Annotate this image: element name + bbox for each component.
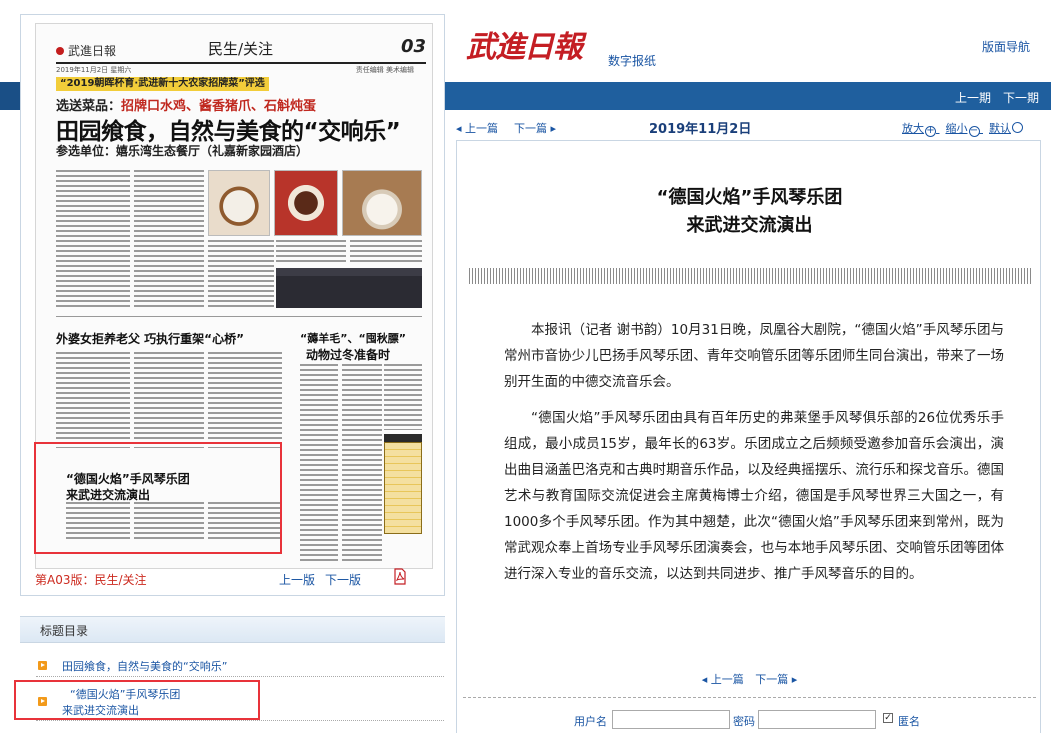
- index-separator: [36, 720, 444, 721]
- article-title-line1: “德国火焰”手风琴乐团: [656, 187, 843, 208]
- zoom-in-link[interactable]: 放大: [902, 122, 924, 135]
- issue-date: 2019年11月2日: [649, 122, 752, 137]
- story-headline-left: 外婆女拒养老父 巧执行重架“心桥”: [56, 332, 244, 346]
- selected-article-highlight[interactable]: [34, 442, 282, 554]
- next-article-link[interactable]: 下一篇 ▸: [514, 120, 556, 136]
- minus-circle-icon[interactable]: −: [968, 126, 980, 137]
- food-photo: [274, 170, 338, 236]
- anonymous-checkbox[interactable]: ✓: [883, 713, 893, 723]
- text-column: [134, 352, 204, 448]
- text-column: [208, 240, 274, 308]
- text-column: [208, 352, 282, 448]
- top-nav-band-accent: [0, 82, 20, 110]
- layout-navigation-link[interactable]: 版面导航: [982, 38, 1030, 55]
- next-issue-link[interactable]: 下一期: [1003, 89, 1039, 106]
- previous-article-link[interactable]: ◂ 上一篇: [456, 120, 498, 136]
- circle-icon[interactable]: [1012, 122, 1023, 133]
- brand-logo[interactable]: 武進日報: [466, 22, 583, 66]
- pdf-icon[interactable]: [393, 568, 407, 585]
- article-paragraph-2: “德国火焰”手风琴乐团由具有百年历史的弗莱堡手风琴俱乐部的26位优秀乐手组成，最…: [504, 410, 1004, 582]
- text-column: [300, 364, 338, 564]
- text-column: [56, 170, 130, 308]
- brand-subtitle: 数字报纸: [608, 54, 657, 68]
- newspaper-event-banner: “2019朝晖杯育·武进新十大农家招牌菜”评选: [56, 77, 269, 91]
- story-headline-right-line1: “薅羊毛”、“囤秋膘”: [300, 332, 406, 345]
- food-photo: [342, 170, 422, 236]
- newspaper-headline: 田园飨食，自然与美食的“交响乐”: [56, 119, 401, 145]
- article-panel: “德国火焰”手风琴乐团 来武进交流演出 本报讯（记者 谢书韵）10月31日晚，凤…: [456, 140, 1041, 733]
- plus-circle-icon[interactable]: +: [925, 126, 936, 137]
- bottom-next-article-link[interactable]: 下一篇 ▸: [755, 673, 797, 686]
- password-input[interactable]: [758, 710, 876, 729]
- text-column: [56, 352, 130, 448]
- ranking-table-header: [384, 434, 422, 442]
- next-page-link[interactable]: 下一版: [325, 571, 361, 588]
- decorative-hatch-divider: [469, 268, 1031, 284]
- article-bottom-nav: ◂ 上一篇 下一篇 ▸: [457, 671, 1042, 687]
- index-item-0[interactable]: 田园飨食，自然与美食的“交响乐”: [62, 658, 227, 674]
- newspaper-masthead: 武進日報 民生/关注 03: [56, 36, 426, 60]
- page-preview-panel: 武進日報 民生/关注 03 2019年11月2日 星期六 责任编辑 美术编辑 “…: [20, 14, 445, 596]
- zoom-default-link[interactable]: 默认: [989, 122, 1011, 135]
- current-page-label: 第A03版：民生/关注: [35, 573, 147, 587]
- selected-index-highlight: [14, 680, 260, 720]
- index-separator: [36, 676, 444, 677]
- newspaper-date-line: 2019年11月2日 星期六: [56, 66, 132, 74]
- newspaper-page-number: 03: [400, 36, 426, 57]
- text-column: [350, 240, 422, 264]
- dashed-divider: [463, 697, 1036, 698]
- bottom-previous-article-link[interactable]: ◂ 上一篇: [702, 673, 744, 686]
- text-column: [134, 170, 204, 308]
- previous-page-link[interactable]: 上一版: [279, 571, 315, 588]
- newspaper-logo: 武進日報: [56, 42, 116, 59]
- zoom-controls: 放大 + 缩小 − 默认: [902, 120, 1023, 137]
- advertisement-bar: [276, 268, 422, 276]
- index-title: 标题目录: [40, 624, 89, 638]
- username-label: 用户名: [574, 715, 607, 728]
- masthead-rule: [56, 62, 426, 64]
- username-input[interactable]: [612, 710, 730, 729]
- password-label: 密码: [733, 715, 755, 728]
- article-toolbar: ◂ 上一篇 下一篇 ▸ 2019年11月2日 放大 + 缩小 − 默认: [456, 112, 1041, 138]
- arrow-bullet-icon: [38, 661, 47, 670]
- newspaper-subheadline: 参选单位：嬉乐湾生态餐厅（礼嘉新家园酒店）: [56, 144, 309, 158]
- newspaper-credit-line: 责任编辑 美术编辑: [355, 66, 414, 74]
- section-divider: [56, 316, 422, 317]
- story-headline-right-line2: 动物过冬准备时: [306, 348, 391, 362]
- text-column: [276, 240, 346, 264]
- text-column: [384, 364, 422, 430]
- newspaper-section-name: 民生/关注: [208, 40, 274, 58]
- article-title-line2: 来武进交流演出: [686, 215, 813, 236]
- text-column: [342, 364, 382, 564]
- zoom-out-link[interactable]: 缩小: [946, 122, 968, 135]
- anonymous-label: 匿名: [898, 715, 920, 728]
- article-paragraph-1: 本报讯（记者 谢书韵）10月31日晚，凤凰谷大剧院，“德国火焰”手风琴乐团与常州…: [504, 322, 1004, 390]
- index-header: 标题目录: [20, 616, 445, 643]
- ranking-table: [384, 442, 422, 534]
- previous-issue-link[interactable]: 上一期: [955, 89, 991, 106]
- food-photo: [208, 170, 270, 236]
- article-body: 本报讯（记者 谢书韵）10月31日晚，凤凰谷大剧院，“德国火焰”手风琴乐团与常州…: [504, 317, 1004, 597]
